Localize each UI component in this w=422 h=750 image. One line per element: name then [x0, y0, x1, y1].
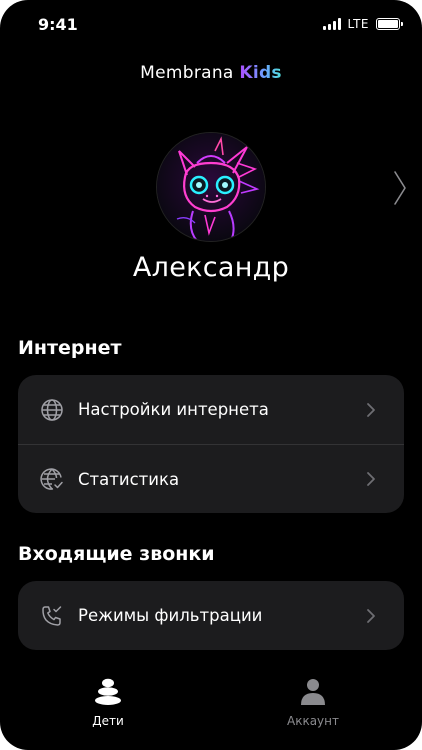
phone-screen: 9:41 LTE Membrana Kids Александр Интерне… — [0, 0, 422, 750]
globe-check-icon — [40, 468, 63, 490]
chevron-right-icon — [394, 171, 406, 205]
profile-name: Александр — [132, 252, 290, 283]
chevron-right-icon — [367, 402, 375, 417]
tab-children-label: Дети — [92, 714, 124, 728]
status-indicators: LTE — [322, 17, 403, 31]
globe-icon — [41, 398, 63, 421]
app-logo: Membrana Kids — [0, 63, 422, 83]
section-title-calls: Входящие звонки — [18, 543, 215, 565]
avatar[interactable] — [157, 133, 265, 241]
stones-icon — [95, 678, 121, 705]
person-icon — [301, 679, 325, 705]
internet-settings-row[interactable]: Настройки интернета — [18, 375, 404, 444]
network-label: LTE — [347, 17, 369, 31]
chevron-right-icon — [367, 608, 375, 623]
chevron-right-icon — [367, 472, 375, 486]
neon-dragon-avatar-icon — [157, 133, 265, 241]
phone-check-icon — [42, 605, 62, 626]
battery-icon — [376, 18, 403, 30]
tab-account-label: Аккаунт — [287, 714, 339, 728]
filter-modes-row[interactable]: Режимы фильтрации — [18, 581, 404, 650]
next-profile-button[interactable] — [388, 168, 412, 208]
signal-icon — [322, 18, 341, 30]
logo-brand: Membrana — [140, 63, 234, 83]
logo-kids: Kids — [239, 63, 282, 83]
tab-bar: Дети Аккаунт — [0, 668, 422, 738]
internet-settings-label: Настройки интернета — [78, 400, 269, 419]
status-time: 9:41 — [38, 15, 78, 34]
status-bar: 9:41 LTE — [0, 0, 422, 52]
calls-card: Режимы фильтрации — [18, 581, 404, 650]
tab-children[interactable]: Дети — [43, 676, 173, 728]
statistics-label: Статистика — [78, 469, 180, 489]
tab-account[interactable]: Аккаунт — [248, 676, 378, 728]
internet-card: Настройки интернета Статистика — [18, 375, 404, 513]
filter-modes-label: Режимы фильтрации — [78, 606, 263, 625]
section-title-internet: Интернет — [18, 337, 122, 359]
statistics-row[interactable]: Статистика — [18, 444, 404, 513]
